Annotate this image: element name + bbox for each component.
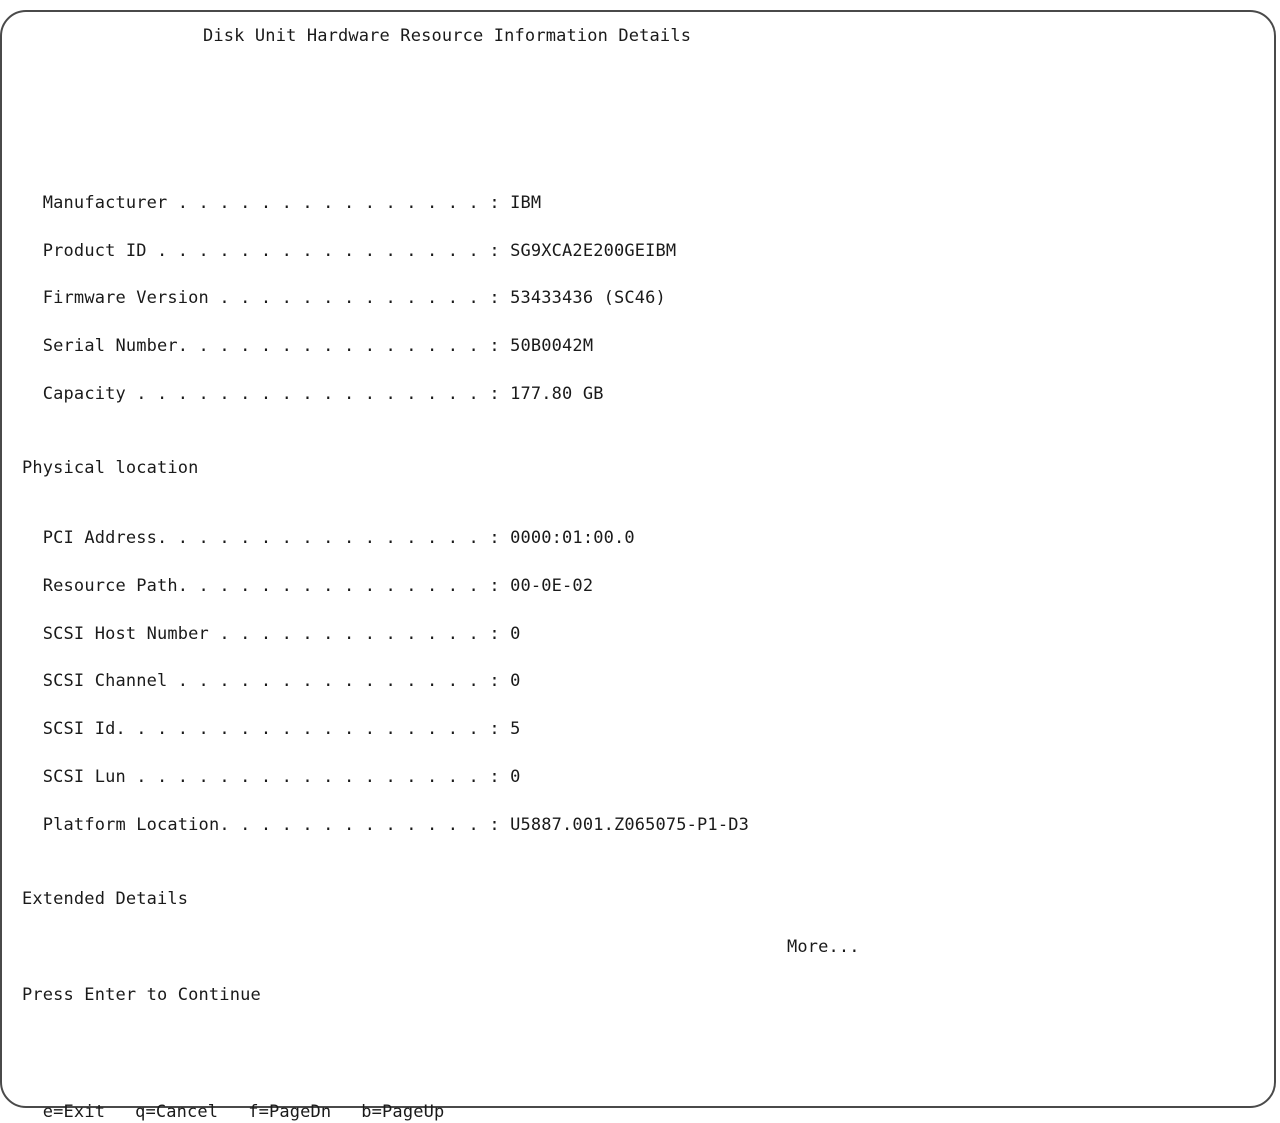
field-value: 00-0E-02 [510,576,594,596]
field-label: Manufacturer . . . . . . . . . . . . . .… [42,193,490,213]
field-value: 0 [510,671,521,691]
field-row-scsi-channel: SCSI Channel . . . . . . . . . . . . . .… [22,648,521,692]
exit-key[interactable]: e=Exit [43,1102,105,1122]
field-value: 177.80 GB [510,384,604,404]
field-separator: : [489,241,511,261]
field-separator: : [489,719,511,739]
field-row-scsi-lun: SCSI Lun . . . . . . . . . . . . . . . .… [22,744,521,788]
field-label: Serial Number. . . . . . . . . . . . . .… [42,336,490,356]
field-value: IBM [510,193,542,213]
field-separator: : [489,384,511,404]
field-separator: : [489,193,511,213]
continue-prompt: Press Enter to Continue [22,985,261,1005]
field-value: 0 [510,767,521,787]
page-up-key[interactable]: b=PageUp [361,1102,444,1122]
field-row-platform-location: Platform Location. . . . . . . . . . . .… [22,792,749,836]
field-label: SCSI Id. . . . . . . . . . . . . . . . .… [42,719,490,739]
page-down-key[interactable]: f=PageDn [248,1102,331,1122]
field-row-capacity: Capacity . . . . . . . . . . . . . . . .… [22,361,604,405]
field-separator: : [489,528,511,548]
field-separator: : [489,815,511,835]
field-separator: : [489,288,511,308]
field-value: SG9XCA2E200GEIBM [510,241,677,261]
function-key-bar: e=Exit q=Cancel f=PageDn b=PageUp [22,1079,474,1123]
field-label: PCI Address. . . . . . . . . . . . . . .… [42,528,490,548]
field-value: 0000:01:00.0 [510,528,635,548]
cancel-key[interactable]: q=Cancel [135,1102,218,1122]
field-value: 5 [510,719,521,739]
field-label: Product ID . . . . . . . . . . . . . . .… [42,241,490,261]
field-label: Platform Location. . . . . . . . . . . .… [42,815,490,835]
more-indicator: More... [787,937,860,957]
field-row-manufacturer: Manufacturer . . . . . . . . . . . . . .… [22,170,541,214]
field-separator: : [489,576,511,596]
field-label: Resource Path. . . . . . . . . . . . . .… [42,576,490,596]
field-separator: : [489,624,511,644]
physical-location-heading: Physical location [22,458,199,478]
field-label: Firmware Version . . . . . . . . . . . .… [42,288,490,308]
extended-details-heading: Extended Details [22,889,189,909]
screen-title: Disk Unit Hardware Resource Information … [203,26,692,46]
field-row-product-id: Product ID . . . . . . . . . . . . . . .… [22,218,676,262]
field-label: SCSI Channel . . . . . . . . . . . . . .… [42,671,490,691]
field-row-scsi-id: SCSI Id. . . . . . . . . . . . . . . . .… [22,696,521,740]
field-value: 50B0042M [510,336,594,356]
field-value: 53433436 (SC46) [510,288,666,308]
field-row-resource-path: Resource Path. . . . . . . . . . . . . .… [22,553,593,597]
field-value: 0 [510,624,521,644]
field-row-scsi-host-number: SCSI Host Number . . . . . . . . . . . .… [22,601,521,645]
field-row-pci-address: PCI Address. . . . . . . . . . . . . . .… [22,505,635,549]
field-row-serial-number: Serial Number. . . . . . . . . . . . . .… [22,313,593,357]
field-separator: : [489,671,511,691]
field-value: U5887.001.Z065075-P1-D3 [510,815,749,835]
field-label: Capacity . . . . . . . . . . . . . . . .… [42,384,490,404]
field-label: SCSI Host Number . . . . . . . . . . . .… [42,624,490,644]
field-row-firmware-version: Firmware Version . . . . . . . . . . . .… [22,265,666,309]
field-separator: : [489,336,511,356]
field-label: SCSI Lun . . . . . . . . . . . . . . . .… [42,767,490,787]
field-separator: : [489,767,511,787]
